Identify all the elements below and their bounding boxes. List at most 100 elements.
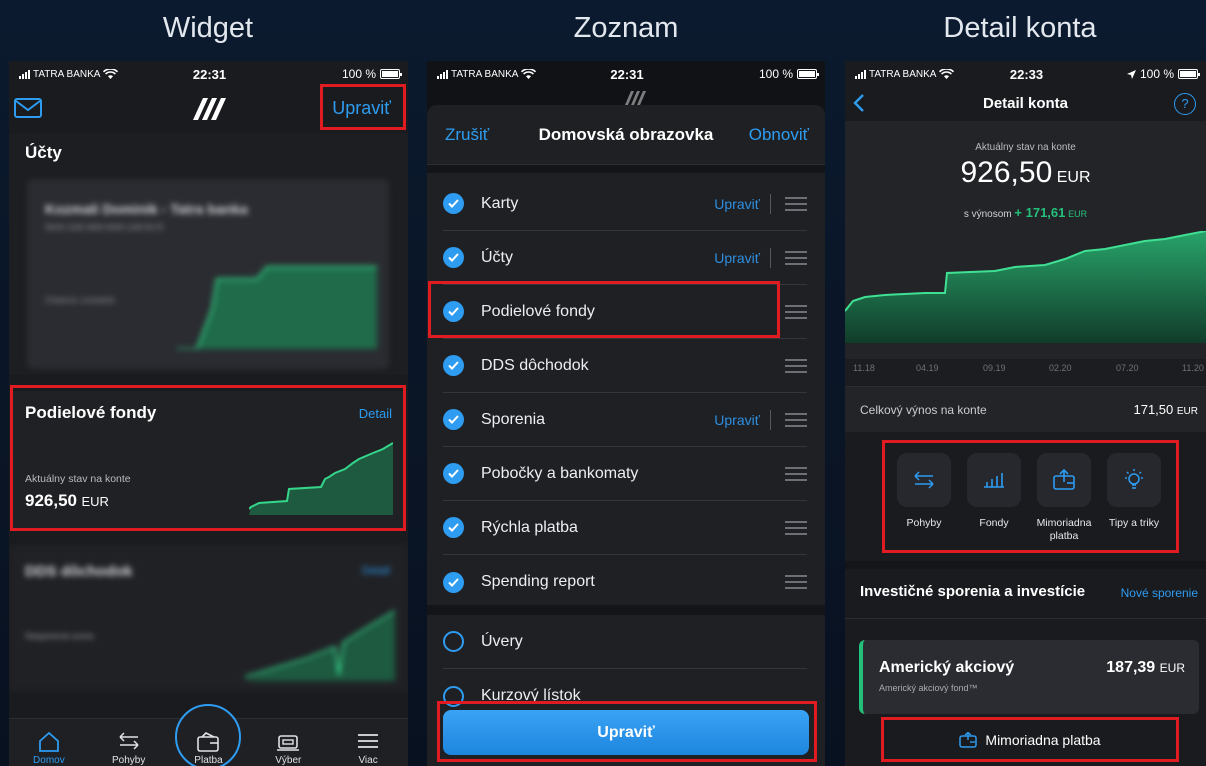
dds-title: DDS dôchodok [25,563,133,580]
checkbox-empty-icon[interactable] [443,685,464,707]
dds-subtitle: Nasporená suma [25,631,94,641]
nav-more[interactable]: Viac [338,720,398,766]
nav-withdrawal[interactable]: Výber [258,720,318,766]
drag-handle-icon[interactable] [785,304,807,319]
list-item-label: Spending report [481,573,595,590]
battery-percent: 100 % [1139,67,1174,81]
drag-handle-icon[interactable] [785,412,807,427]
list-item-dds[interactable]: DDS dôchodok [443,339,807,393]
checkbox-empty-icon[interactable] [443,631,464,652]
tatra-banka-logo-icon [193,98,226,120]
x-tick: 11.20 [1182,363,1204,373]
wallet-icon [959,732,978,748]
x-tick: 11.18 [853,363,875,373]
fund-amount: 187,39 [1106,659,1156,676]
phone-list: TATRA BANKA 22:31 100 % Zrušiť Domovská … [427,61,825,766]
signal-icon [437,69,448,79]
nav-home[interactable]: Domov [19,720,79,766]
drag-handle-icon[interactable] [785,358,807,373]
fund-name: Americký akciový [879,659,1015,676]
phone-detail: TATRA BANKA 22:33 100 % Detail konta ? A… [845,61,1206,766]
checkbox-checked-icon[interactable] [443,193,464,214]
balance-row: 926,50 EUR [845,156,1206,190]
action-extra-payment[interactable] [1037,453,1091,507]
checkbox-checked-icon[interactable] [443,355,464,376]
nav-payment[interactable]: Platba [175,704,242,766]
list-item-branches[interactable]: Pobočky a bankomaty [443,447,807,501]
x-tick: 02.20 [1049,363,1072,373]
zoznam-title: Zoznam [573,12,679,44]
action-funds[interactable] [967,453,1021,507]
checkbox-checked-icon[interactable] [443,463,464,484]
item-edit-button[interactable]: Upraviť [714,250,760,266]
divider [770,409,771,430]
help-icon[interactable]: ? [1174,93,1196,115]
funds-detail-link[interactable]: Detail [359,406,392,421]
location-arrow-icon [1126,69,1136,79]
checkbox-checked-icon[interactable] [443,571,464,593]
item-edit-button[interactable]: Upraviť [714,412,760,428]
account-card-blurred[interactable]: Kozmali Dominik - Tatra banka SK44 1100 … [27,179,389,369]
list-item-label: DDS dôchodok [481,356,589,374]
checkbox-checked-icon[interactable] [443,301,464,322]
x-tick: 04.19 [916,363,939,373]
balance-chart [845,231,1206,343]
account-iban: SK44 1100 0000 0026 1160 8170 [45,223,164,232]
drag-handle-icon[interactable] [785,250,807,265]
wallet-icon [197,732,220,752]
new-savings-link[interactable]: Nové sporenie [1121,586,1198,600]
balance-block: Aktuálny stav na konte 926,50 EUR s výno… [845,121,1206,385]
funds-widget[interactable]: Podielové fondy Detail Aktuálny stav na … [13,391,404,529]
action-funds-label: Fondy [979,517,1009,529]
status-bar: TATRA BANKA 22:33 100 % [845,61,1206,87]
clock: 22:31 [610,66,644,82]
action-transactions[interactable] [897,453,951,507]
yield-row: s výnosom + 171,61 EUR [845,205,1206,220]
drag-handle-icon[interactable] [785,466,807,481]
drag-handle-icon[interactable] [785,520,807,535]
checkbox-checked-icon[interactable] [443,409,464,430]
dds-detail-link: Detail [361,565,390,577]
funds-amount: 926,50 [25,491,77,510]
edit-bottom-button[interactable]: Upraviť [443,710,809,755]
balance-amount: 926,50 [960,156,1053,189]
mail-icon[interactable] [14,98,42,118]
transfer-arrows-icon [914,471,934,489]
list-item-label: Sporenia [481,410,546,428]
carrier: TATRA BANKA [451,68,519,80]
checkbox-checked-icon[interactable] [443,517,464,538]
screen-title: Detail konta [982,95,1069,112]
edit-button[interactable]: Upraviť [332,98,391,119]
list-item-cards[interactable]: Karty Upraviť [443,177,807,231]
dds-widget-blurred[interactable]: DDS dôchodok Detail Nasporená suma [9,545,408,691]
list-item-spending-report[interactable]: Spending report [443,555,807,609]
extra-payment-button[interactable]: Mimoriadna platba [883,719,1177,761]
clock: 22:31 [192,66,227,82]
action-tips[interactable] [1107,453,1161,507]
list-item-label: Karty [481,194,519,212]
clock: 22:33 [1009,66,1044,82]
bottom-nav: Domov Pohyby Platba Výber Viac [9,704,408,766]
list-item-loans[interactable]: Úvery [443,615,807,669]
lightbulb-icon [1125,469,1143,489]
total-yield-amount: 171,50 EUR [1133,402,1198,417]
drag-handle-icon[interactable] [785,196,807,211]
funds-amount-row: 926,50 EUR [25,491,109,511]
drag-handle-icon[interactable] [785,575,807,589]
accounts-heading: Účty [25,143,62,162]
list-item-savings[interactable]: Sporenia Upraviť [443,393,807,447]
list-item-quick-payment[interactable]: Rýchla platba [443,501,807,555]
list-item-label: Úvery [481,632,523,650]
nav-transactions[interactable]: Pohyby [99,720,159,766]
sheet: Zrušiť Domovská obrazovka Obnoviť Karty U… [427,105,825,766]
carrier: TATRA BANKA [869,68,937,80]
yield-currency: EUR [1068,209,1088,219]
fund-card[interactable]: Americký akciový Americký akciový fond™ … [859,640,1199,714]
checkbox-checked-icon[interactable] [443,247,464,268]
list-item-accounts[interactable]: Účty Upraviť [443,231,807,285]
item-edit-button[interactable]: Upraviť [714,196,760,212]
restore-button[interactable]: Obnoviť [749,125,809,145]
total-yield-label: Celkový výnos na konte [860,403,987,417]
battery-icon [797,69,819,79]
list-item-funds[interactable]: Podielové fondy [443,285,807,339]
